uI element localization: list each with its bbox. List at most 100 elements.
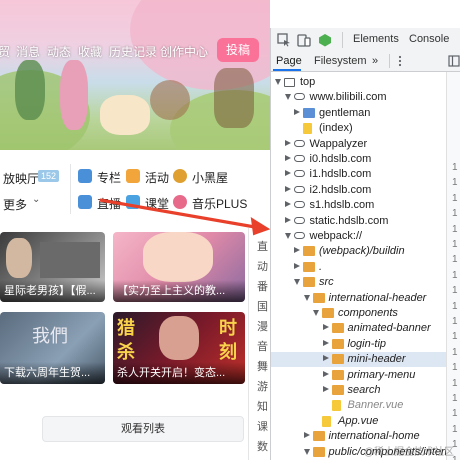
expand-arrow-icon[interactable]	[303, 294, 310, 301]
tree-item[interactable]: i2.hdslb.com	[271, 183, 446, 198]
collapse-arrow-icon[interactable]	[284, 185, 291, 192]
tab-console[interactable]: Console	[409, 33, 449, 45]
tree-item[interactable]: animated-banner	[271, 321, 446, 336]
line-number: 1	[452, 423, 458, 435]
tree-item[interactable]: mini-header	[271, 352, 446, 368]
tab-filesystem[interactable]: Filesystem	[314, 55, 367, 67]
collapse-arrow-icon[interactable]	[294, 247, 300, 254]
collapse-arrow-icon[interactable]	[284, 170, 291, 177]
folder-icon	[331, 354, 344, 365]
collapse-arrow-icon[interactable]	[322, 355, 329, 362]
sidebar-item[interactable]: 课	[257, 418, 268, 434]
expand-arrow-icon[interactable]	[275, 79, 281, 85]
video-card[interactable]: 我們 下载六周年生贺...	[0, 312, 105, 384]
tree-item[interactable]: webpack://	[271, 229, 446, 244]
expand-arrow-icon[interactable]	[294, 279, 300, 286]
collapse-arrow-icon[interactable]	[284, 139, 291, 146]
collapse-arrow-icon[interactable]	[294, 108, 300, 115]
expand-arrow-icon[interactable]	[313, 310, 319, 316]
collapse-arrow-icon[interactable]	[284, 201, 291, 208]
tree-item[interactable]: i1.hdslb.com	[271, 167, 446, 182]
more-link[interactable]: 更多	[3, 196, 27, 213]
watch-list-button[interactable]: 观看列表	[42, 416, 244, 442]
nav-messages[interactable]: 消息	[16, 43, 40, 60]
tree-item[interactable]: international-header	[271, 291, 446, 306]
nav-favorites[interactable]: 收藏	[78, 43, 102, 60]
sidebar-item[interactable]: 知	[257, 398, 268, 414]
tab-elements[interactable]: Elements	[353, 33, 399, 45]
channel-music-plus[interactable]: 音乐PLUS	[192, 195, 247, 212]
collapse-arrow-icon[interactable]	[322, 370, 329, 377]
tree-item-label: login-tip	[347, 337, 387, 350]
devtools-panel: Elements Console Page Filesystem » top ww…	[270, 28, 460, 460]
tree-item[interactable]: primary-menu	[271, 368, 446, 383]
tree-item[interactable]: i0.hdslb.com	[271, 152, 446, 167]
nav-creator-center[interactable]: 创作中心	[160, 43, 208, 60]
tree-item[interactable]: top	[271, 75, 446, 90]
tree-item[interactable]: Wappalyzer	[271, 137, 446, 152]
chevron-down-icon[interactable]: ⌄	[32, 194, 40, 205]
more-options-icon[interactable]	[394, 55, 406, 67]
sidebar-item[interactable]: 番	[257, 278, 268, 294]
tree-item[interactable]: static.hdslb.com	[271, 214, 446, 229]
video-card[interactable]: 猎 时 杀 刻 杀人开关开启！变态...	[113, 312, 245, 384]
tree-item[interactable]: Banner.vue	[271, 398, 446, 413]
video-card[interactable]: 星际老男孩】【假...	[0, 232, 105, 302]
line-number: 1	[452, 269, 458, 281]
sidebar-item[interactable]: 动	[257, 258, 268, 274]
expand-arrow-icon[interactable]	[303, 448, 310, 455]
expand-arrow-icon[interactable]	[284, 94, 291, 101]
animated-banner	[0, 0, 270, 150]
video-title: 下载六周年生贺...	[4, 367, 91, 379]
tree-item[interactable]: App.vue	[271, 414, 446, 429]
tree-item[interactable]: (webpack)/buildin	[271, 244, 446, 259]
tree-item[interactable]: www.bilibili.com	[271, 90, 446, 105]
tree-item[interactable]: s1.hdslb.com	[271, 198, 446, 213]
upload-button[interactable]: 投稿	[217, 38, 259, 62]
tree-item[interactable]: gentleman	[271, 106, 446, 121]
channel-column[interactable]: 专栏	[97, 169, 121, 186]
sidebar-item[interactable]: 音	[257, 338, 268, 354]
tab-page[interactable]: Page	[276, 55, 302, 67]
sidebar-item[interactable]: 数	[257, 438, 268, 454]
nav-dynamic[interactable]: 动态	[47, 43, 71, 60]
collapse-arrow-icon[interactable]	[284, 155, 291, 161]
channel-blackroom[interactable]: 小黑屋	[192, 169, 228, 186]
tree-item[interactable]: src	[271, 275, 446, 290]
sidebar-item[interactable]: 游	[257, 378, 268, 394]
collapse-arrow-icon[interactable]	[303, 432, 310, 439]
more-tabs-chevron-icon[interactable]: »	[372, 55, 378, 67]
tree-item-label: international-home	[328, 430, 420, 443]
collapse-arrow-icon[interactable]	[284, 216, 291, 223]
tree-item[interactable]: .	[271, 260, 446, 275]
folder-icon	[331, 323, 344, 334]
device-toggle-icon[interactable]	[297, 33, 311, 47]
expand-arrow-icon[interactable]	[284, 233, 291, 239]
classroom-icon	[126, 195, 140, 209]
nav-item[interactable]: 贸	[0, 43, 10, 60]
channel-classroom[interactable]: 课堂	[145, 195, 169, 212]
collapse-arrow-icon[interactable]	[322, 339, 329, 346]
channel-event[interactable]: 活动	[145, 169, 169, 186]
sidebar-item[interactable]: 舞	[257, 358, 268, 374]
sidebar-item[interactable]: 漫	[257, 318, 268, 334]
tree-item-label: s1.hdslb.com	[309, 199, 375, 212]
inspect-icon[interactable]	[277, 33, 291, 47]
cinema-link[interactable]: 放映厅	[3, 170, 39, 187]
collapse-arrow-icon[interactable]	[294, 262, 300, 269]
nav-history[interactable]: 历史记录	[109, 43, 157, 60]
sidebar-item[interactable]: 国	[257, 298, 268, 314]
sidebar-toggle-icon[interactable]	[448, 55, 460, 67]
tree-item[interactable]: international-home	[271, 429, 446, 444]
tree-item-label: www.bilibili.com	[309, 91, 387, 104]
sidebar-item[interactable]: 直	[257, 238, 268, 254]
tree-item[interactable]: components	[271, 306, 446, 321]
collapse-arrow-icon[interactable]	[322, 386, 329, 392]
tree-item[interactable]: login-tip	[271, 337, 446, 352]
tree-item[interactable]: search	[271, 383, 446, 398]
tree-item[interactable]: (index)	[271, 121, 446, 136]
collapse-arrow-icon[interactable]	[322, 324, 329, 331]
channel-live[interactable]: 直播	[97, 195, 121, 212]
video-card[interactable]: 【实力至上主义的教...	[113, 232, 245, 302]
vue-devtools-icon[interactable]	[318, 33, 332, 47]
